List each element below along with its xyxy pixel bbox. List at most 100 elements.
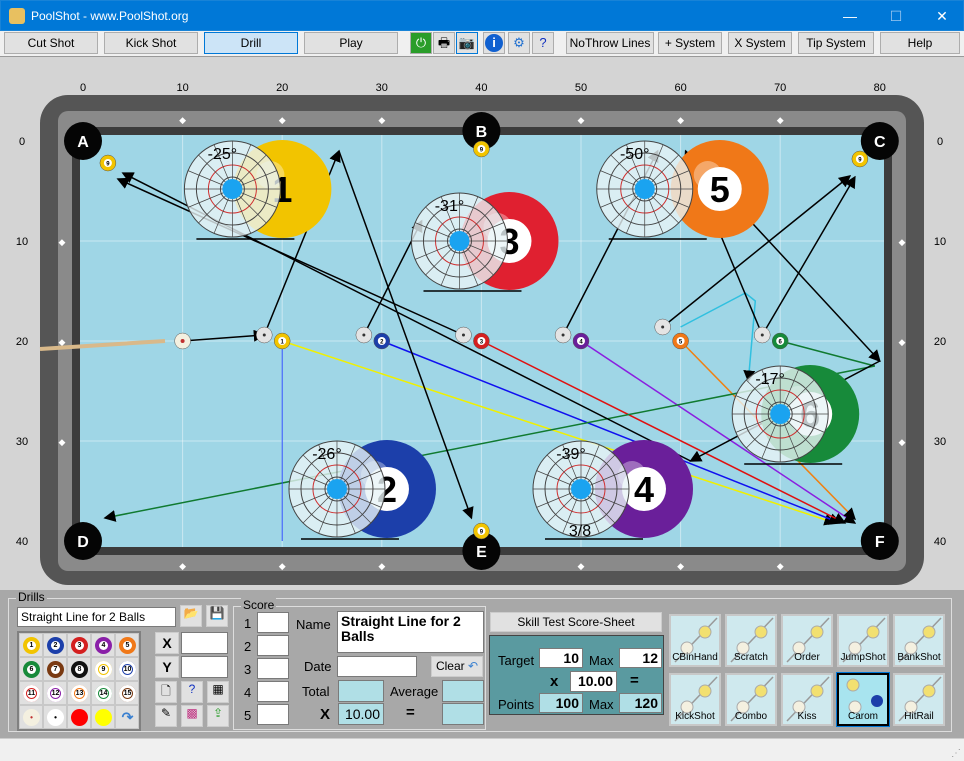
pocket-d[interactable]: D	[64, 522, 102, 560]
score-row-input[interactable]	[257, 704, 289, 725]
object-ball-4[interactable]: 4	[572, 332, 590, 350]
target-input[interactable]: 10	[539, 648, 583, 668]
y-input[interactable]	[181, 656, 228, 678]
gear-icon[interactable]: ⚙	[508, 32, 530, 54]
redo-icon[interactable]: ↷	[115, 705, 139, 729]
nine-ball[interactable]: 9	[99, 154, 117, 172]
table-list-icon[interactable]: ▦	[207, 681, 229, 703]
skill-multiplier-input[interactable]: 10.00	[570, 671, 617, 692]
resize-grip-icon[interactable]: ⋰	[951, 748, 961, 759]
object-ball-5[interactable]: 5	[672, 332, 689, 350]
score-name-input[interactable]: Straight Line for 2 Balls	[337, 611, 484, 653]
aim-overlay-ball-1[interactable]: 1-25°	[183, 140, 332, 240]
ball-3-button[interactable]: 3	[67, 633, 91, 657]
plus-system-button[interactable]: + System	[658, 32, 722, 54]
shot-type-scratch-button[interactable]: Scratch	[725, 614, 777, 667]
play-button[interactable]: Play	[304, 32, 398, 54]
clear-button[interactable]: Clear ↶	[431, 656, 483, 677]
ball-4-button[interactable]: 4	[91, 633, 115, 657]
export-folder-icon[interactable]: ⇪	[207, 705, 229, 727]
ghost-ball-button[interactable]: •	[43, 705, 67, 729]
score-row-input[interactable]	[257, 681, 289, 702]
max-input[interactable]: 12	[619, 648, 662, 668]
ghost-ball[interactable]	[256, 326, 273, 344]
camera-icon[interactable]: 📷	[456, 32, 478, 54]
pool-table[interactable]: 0 10 20 30 40 50 60 70 80 0 0 10 10 20 20 30 30 40 40 ◆ ◆ ◆ ◆ ◆…	[0, 57, 964, 591]
object-ball-2[interactable]: 2	[373, 332, 391, 350]
shot-type-combo-button[interactable]: Combo	[725, 673, 777, 726]
date-input[interactable]	[337, 656, 417, 677]
object-ball-6[interactable]: 6	[771, 332, 789, 350]
no-throw-lines-button[interactable]: NoThrow Lines	[566, 32, 654, 54]
ball-9-button[interactable]: 9	[91, 657, 115, 681]
kick-shot-button[interactable]: Kick Shot	[104, 32, 198, 54]
ball-5-button[interactable]: 5	[115, 633, 139, 657]
aim-overlay-ball-4[interactable]: 4 -39°	[532, 440, 693, 540]
skill-test-score-sheet-button[interactable]: Skill Test Score-Sheet	[490, 612, 662, 632]
shot-type-jumpshot-button[interactable]: JumpShot	[837, 614, 889, 667]
aim-overlay-ball-3[interactable]: 3-31°	[410, 192, 559, 292]
ghost-ball[interactable]	[455, 326, 472, 344]
object-ball-3[interactable]: 3	[473, 332, 490, 350]
ball-13-button[interactable]: 13	[67, 681, 91, 705]
shot-type-label: CBinHand	[672, 652, 718, 663]
aim-overlay-ball-2[interactable]: 2-26°	[288, 440, 436, 540]
drill-name-input[interactable]: Straight Line for 2 Balls	[17, 607, 176, 627]
ghost-ball[interactable]	[754, 326, 771, 344]
ghost-ball[interactable]	[355, 326, 373, 344]
edit-document-icon[interactable]: ✎	[155, 705, 177, 727]
x-system-button[interactable]: X System	[728, 32, 792, 54]
ball-8-button[interactable]: 8	[67, 657, 91, 681]
ghost-ball[interactable]	[554, 326, 572, 344]
minimize-button[interactable]: —	[827, 1, 873, 31]
object-ball-1[interactable]: 1	[273, 332, 291, 350]
open-folder-icon[interactable]: 📂	[180, 605, 202, 627]
nine-ball[interactable]: 9	[473, 522, 490, 540]
shot-type-cbinhand-button[interactable]: CBinHand	[669, 614, 721, 667]
ball-1-button[interactable]: 1	[19, 633, 43, 657]
shot-type-kiss-button[interactable]: Kiss	[781, 673, 833, 726]
red-marker-button[interactable]	[67, 705, 91, 729]
save-icon[interactable]: 💾	[206, 605, 228, 627]
printer-icon[interactable]: 🖶	[433, 32, 455, 54]
tip-system-button[interactable]: Tip System	[798, 32, 874, 54]
score-row-input[interactable]	[257, 658, 289, 679]
ball-15-button[interactable]: 15	[115, 681, 139, 705]
color-grid-icon[interactable]: ▩	[181, 705, 203, 727]
ball-12-button[interactable]: 12	[43, 681, 67, 705]
pocket-a[interactable]: A	[64, 122, 102, 160]
ball-11-button[interactable]: 11	[19, 681, 43, 705]
shot-type-kickshot-button[interactable]: KickShot	[669, 673, 721, 726]
score-row-input[interactable]	[257, 635, 289, 656]
help-button[interactable]: Help	[880, 32, 960, 54]
ball-14-button[interactable]: 14	[91, 681, 115, 705]
close-button[interactable]: ✕	[919, 1, 964, 31]
yellow-marker-button[interactable]	[91, 705, 115, 729]
ball-number: 10	[123, 665, 132, 674]
ball-2-button[interactable]: 2	[43, 633, 67, 657]
ball-6-button[interactable]: 6	[19, 657, 43, 681]
nine-ball[interactable]: 9	[473, 140, 490, 158]
drill-button[interactable]: Drill	[204, 32, 298, 54]
ghost-ball[interactable]	[654, 318, 671, 336]
shot-type-hitrail-button[interactable]: HitRail	[893, 673, 945, 726]
cue-ball-button[interactable]: •	[19, 705, 43, 729]
aim-overlay-ball-6[interactable]: 6-17°	[731, 365, 860, 465]
shot-type-order-button[interactable]: Order	[781, 614, 833, 667]
cut-shot-button[interactable]: Cut Shot	[4, 32, 98, 54]
pocket-f[interactable]: F	[860, 522, 899, 560]
shot-type-bankshot-button[interactable]: BankShot	[893, 614, 945, 667]
ball-7-button[interactable]: 7	[43, 657, 67, 681]
document-help-icon[interactable]: ?	[181, 681, 203, 703]
x-input[interactable]	[181, 632, 228, 654]
cue-ball[interactable]	[174, 332, 191, 350]
nine-ball[interactable]: 9	[851, 150, 869, 168]
score-row-input[interactable]	[257, 612, 289, 633]
info-icon[interactable]: i	[485, 34, 503, 52]
maximize-button[interactable]: ☐	[873, 1, 919, 31]
ball-10-button[interactable]: 10	[115, 657, 139, 681]
shot-type-carom-button[interactable]: Carom	[836, 672, 890, 727]
power-icon[interactable]: ⏻	[410, 32, 432, 54]
help-document-icon[interactable]: ?	[532, 32, 554, 54]
new-document-icon[interactable]: 🗋	[155, 681, 177, 703]
